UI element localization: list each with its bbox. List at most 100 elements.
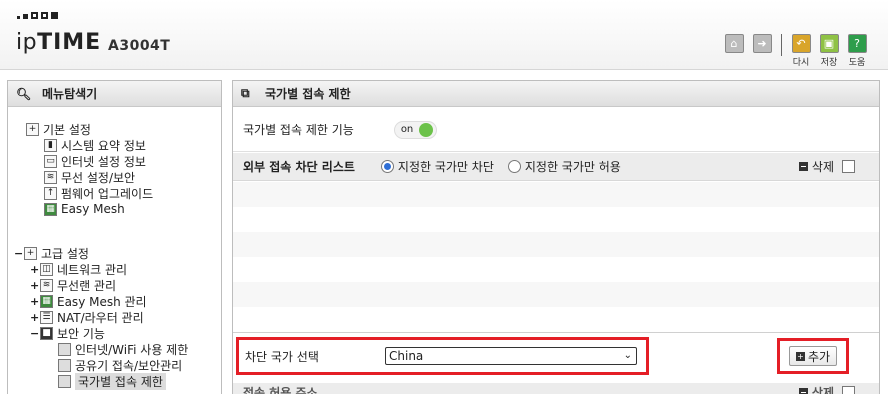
logout-icon: ➜ bbox=[752, 34, 772, 53]
allow-delete-label: 삭제 bbox=[811, 385, 834, 394]
sidebar-item-nat[interactable]: + ☰ NAT/라우터 관리 bbox=[8, 309, 221, 325]
allow-list-header: 접속 허용 주소 삭제 bbox=[233, 383, 879, 394]
delete-label: 삭제 bbox=[811, 160, 834, 174]
save-button[interactable]: ▣ 저장 bbox=[818, 34, 840, 68]
expand-icon: + bbox=[30, 310, 40, 324]
delete-icon bbox=[798, 162, 808, 171]
function-toggle[interactable]: on bbox=[393, 120, 438, 139]
menu-explorer: 🔍︎ 메뉴탐색기 + 기본 설정 ▮ 시스템 요약 정보 ▭ 인터넷 설정 정보… bbox=[7, 80, 222, 394]
collapse-icon: − bbox=[30, 326, 40, 340]
sidebar-item-network[interactable]: + ◫ 네트워크 관리 bbox=[8, 261, 221, 277]
folder-icon: + bbox=[24, 246, 37, 260]
help-button[interactable]: ? 도움 bbox=[846, 34, 868, 68]
expand-icon: + bbox=[30, 294, 40, 308]
tree-group-basic-label: 기본 설정 bbox=[43, 122, 91, 137]
tree-group-advanced[interactable]: − + 고급 설정 bbox=[8, 245, 221, 261]
toggle-knob bbox=[419, 122, 434, 137]
upgrade-icon: ↑ bbox=[44, 186, 57, 200]
sidebar-item-wireless[interactable]: ≋ 무선 설정/보안 bbox=[8, 169, 221, 185]
help-label: 도움 bbox=[848, 58, 866, 68]
sidebar-item-easymesh[interactable]: ▦ Easy Mesh bbox=[8, 201, 221, 217]
chart-icon: ▮ bbox=[44, 138, 57, 152]
list-item bbox=[233, 307, 879, 332]
sidebar-item-label: NAT/라우터 관리 bbox=[57, 310, 144, 325]
page-icon bbox=[58, 374, 71, 388]
expand-icon: + bbox=[30, 262, 40, 276]
sidebar-item-system-summary[interactable]: ▮ 시스템 요약 정보 bbox=[8, 137, 221, 153]
search-icon: 🔍︎ bbox=[16, 86, 32, 101]
undo-button[interactable]: ↶ 다시 bbox=[790, 34, 812, 68]
sidebar-item-label: 무선랜 관리 bbox=[57, 278, 117, 293]
list-item bbox=[233, 282, 879, 307]
logo: ipTIME bbox=[16, 30, 101, 55]
sidebar-item-label: Easy Mesh 관리 bbox=[57, 294, 147, 309]
radio-allow-only-label: 지정한 국가만 허용 bbox=[524, 160, 621, 174]
sidebar-item-label: 시스템 요약 정보 bbox=[61, 138, 146, 153]
toggle-label: on bbox=[400, 124, 414, 135]
monitor-icon: ▭ bbox=[44, 154, 57, 168]
country-select-highlight: 차단 국가 선택 China ⌄ bbox=[236, 337, 649, 375]
list-item bbox=[233, 232, 879, 257]
allow-select-all-checkbox[interactable] bbox=[842, 385, 855, 394]
sidebar-item-security[interactable]: − ■ 보안 기능 bbox=[8, 325, 221, 341]
wifi-icon: ≋ bbox=[44, 170, 57, 184]
allow-delete-group: 삭제 bbox=[798, 384, 855, 394]
radio-block-only[interactable] bbox=[380, 160, 394, 173]
list-item bbox=[233, 257, 879, 282]
header: ipTIME A3004T ⌂ ➜ ↶ 다시 ▣ 저장 ? 도움 bbox=[0, 0, 888, 70]
sidebar-item-label: 인터넷/WiFi 사용 제한 bbox=[75, 342, 189, 357]
content-panel: ⧉ 국가별 접속 제한 국가별 접속 제한 기능 on 외부 접속 차단 리스트… bbox=[232, 80, 880, 394]
toolbar-divider bbox=[781, 34, 782, 56]
menu-tree: + 기본 설정 ▮ 시스템 요약 정보 ▭ 인터넷 설정 정보 ≋ 무선 설정/… bbox=[8, 107, 221, 390]
tree-group-basic[interactable]: + 기본 설정 bbox=[8, 121, 221, 137]
header-toolbar: ⌂ ➜ ↶ 다시 ▣ 저장 ? 도움 bbox=[723, 34, 868, 68]
folder-icon: + bbox=[26, 122, 39, 136]
plus-icon: + bbox=[795, 351, 805, 361]
home-button[interactable]: ⌂ bbox=[723, 34, 745, 53]
add-button-highlight: + 추가 bbox=[777, 338, 849, 374]
sidebar-item-easymesh-manage[interactable]: + ▦ Easy Mesh 관리 bbox=[8, 293, 221, 309]
sidebar-item-router-access[interactable]: 공유기 접속/보안관리 bbox=[8, 357, 221, 373]
mesh-icon: ▦ bbox=[40, 294, 53, 308]
undo-label: 다시 bbox=[792, 58, 810, 68]
logo-bold: TIME bbox=[37, 30, 102, 55]
content-header: ⧉ 국가별 접속 제한 bbox=[233, 81, 879, 107]
sidebar-item-country-block[interactable]: 국가별 접속 제한 bbox=[8, 372, 221, 390]
sidebar-item-label: 펌웨어 업그레이드 bbox=[61, 186, 154, 201]
delete-group: 삭제 bbox=[798, 158, 855, 175]
list-item bbox=[233, 207, 879, 232]
mesh-icon: ▦ bbox=[44, 202, 57, 216]
sidebar-item-wlan[interactable]: + ≋ 무선랜 관리 bbox=[8, 277, 221, 293]
sidebar-item-label: 국가별 접속 제한 bbox=[75, 372, 166, 390]
country-select-row: 차단 국가 선택 China ⌄ + 추가 bbox=[233, 332, 879, 376]
block-list bbox=[233, 182, 879, 332]
select-all-checkbox[interactable] bbox=[842, 160, 855, 173]
sidebar-item-internet-info[interactable]: ▭ 인터넷 설정 정보 bbox=[8, 153, 221, 169]
mode-radio-group: 지정한 국가만 차단 지정한 국가만 허용 bbox=[380, 158, 631, 175]
logout-button[interactable]: ➜ bbox=[751, 34, 773, 53]
save-icon: ▣ bbox=[819, 34, 839, 53]
network-icon: ◫ bbox=[40, 262, 53, 276]
save-label: 저장 bbox=[820, 58, 838, 68]
sidebar-item-label: 무선 설정/보안 bbox=[61, 170, 136, 185]
collapse-icon: − bbox=[14, 246, 24, 260]
home-icon: ⌂ bbox=[724, 34, 744, 53]
radio-allow-only[interactable] bbox=[507, 160, 521, 173]
country-select[interactable]: China ⌄ bbox=[385, 347, 637, 365]
add-button[interactable]: + 추가 bbox=[788, 346, 838, 366]
router-icon: ☰ bbox=[40, 310, 53, 324]
menu-explorer-header: 🔍︎ 메뉴탐색기 bbox=[8, 81, 221, 107]
function-row: 국가별 접속 제한 기능 on bbox=[233, 108, 879, 152]
undo-icon: ↶ bbox=[791, 34, 811, 53]
page-icon bbox=[58, 342, 71, 356]
sidebar-item-internet-limit[interactable]: 인터넷/WiFi 사용 제한 bbox=[8, 341, 221, 357]
sidebar-item-firmware[interactable]: ↑ 펌웨어 업그레이드 bbox=[8, 185, 221, 201]
sidebar-item-label: 보안 기능 bbox=[57, 326, 105, 341]
add-label: 추가 bbox=[807, 349, 831, 364]
chevron-down-icon: ⌄ bbox=[623, 350, 632, 361]
page-copy-icon: ⧉ bbox=[241, 86, 250, 100]
sidebar-item-label: 공유기 접속/보안관리 bbox=[75, 358, 183, 373]
function-label: 국가별 접속 제한 기능 bbox=[243, 123, 354, 137]
block-list-title: 외부 접속 차단 리스트 bbox=[243, 160, 355, 174]
sidebar-item-label: 인터넷 설정 정보 bbox=[61, 154, 146, 169]
